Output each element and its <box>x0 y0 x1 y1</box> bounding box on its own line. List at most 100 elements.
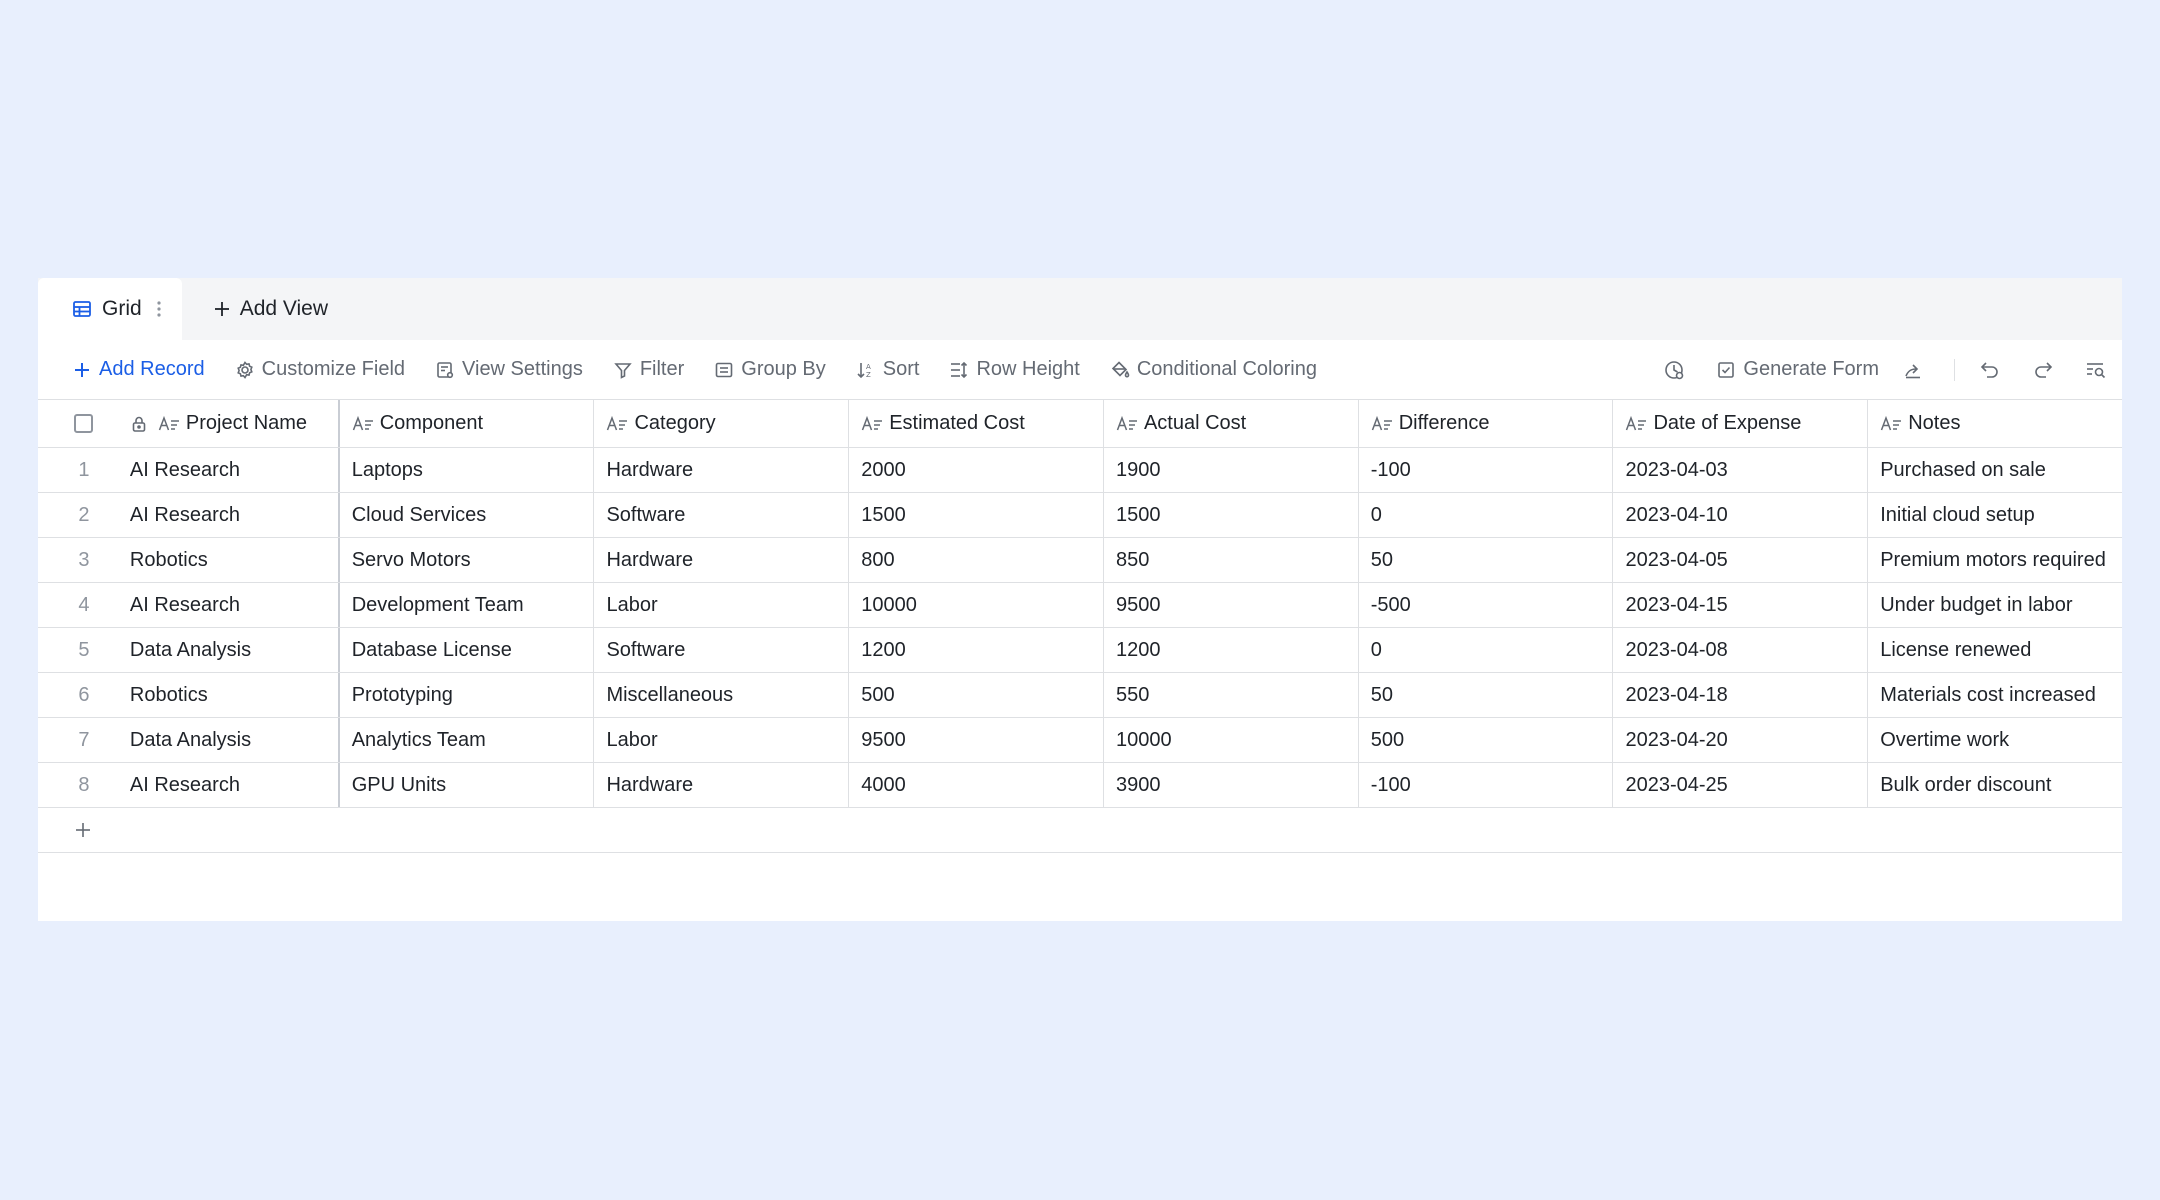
column-header-component[interactable]: Component <box>340 400 595 447</box>
cell-actual-cost[interactable]: 3900 <box>1104 763 1359 807</box>
column-header-difference[interactable]: Difference <box>1359 400 1614 447</box>
cell-difference[interactable]: 50 <box>1359 538 1614 582</box>
cell-project-name[interactable]: Data Analysis <box>130 628 340 672</box>
cell-actual-cost[interactable]: 1200 <box>1104 628 1359 672</box>
cell-component[interactable]: Servo Motors <box>340 538 595 582</box>
cell-estimated-cost[interactable]: 1500 <box>849 493 1104 537</box>
cell-notes[interactable]: Bulk order discount <box>1868 763 2122 807</box>
cell-category[interactable]: Labor <box>594 583 850 627</box>
column-header-category[interactable]: Category <box>594 400 850 447</box>
add-record-button[interactable]: Add Record <box>72 358 205 381</box>
cell-estimated-cost[interactable]: 4000 <box>849 763 1104 807</box>
cell-category[interactable]: Miscellaneous <box>594 673 850 717</box>
cell-category[interactable]: Software <box>594 493 850 537</box>
cell-estimated-cost[interactable]: 9500 <box>849 718 1104 762</box>
cell-component[interactable]: Prototyping <box>340 673 595 717</box>
table-row[interactable]: 1 AI Research Laptops Hardware 2000 1900 -100 2… <box>38 448 2122 493</box>
filter-button[interactable]: Filter <box>613 358 684 381</box>
cell-estimated-cost[interactable]: 1200 <box>849 628 1104 672</box>
table-row[interactable]: 8 AI Research GPU Units Hardware 4000 3900 -10… <box>38 763 2122 808</box>
table-row[interactable]: 7 Data Analysis Analytics Team Labor 9500 100… <box>38 718 2122 763</box>
cell-project-name[interactable]: AI Research <box>130 493 340 537</box>
select-all-checkbox[interactable] <box>74 414 94 433</box>
add-row-button[interactable] <box>72 819 94 841</box>
row-height-button[interactable]: Row Height <box>949 358 1080 381</box>
cell-category[interactable]: Hardware <box>594 538 850 582</box>
cell-project-name[interactable]: Robotics <box>130 673 340 717</box>
tab-grid[interactable]: Grid <box>38 278 182 340</box>
redo-button[interactable] <box>2032 359 2061 381</box>
cell-component[interactable]: Development Team <box>340 583 595 627</box>
cell-notes[interactable]: Under budget in labor <box>1868 583 2122 627</box>
cell-estimated-cost[interactable]: 10000 <box>849 583 1104 627</box>
cell-project-name[interactable]: Data Analysis <box>130 718 340 762</box>
table-row[interactable]: 3 Robotics Servo Motors Hardware 800 850 50 202… <box>38 538 2122 583</box>
column-header-actual-cost[interactable]: Actual Cost <box>1104 400 1359 447</box>
group-by-button[interactable]: Group By <box>714 358 826 381</box>
table-row[interactable]: 4 AI Research Development Team Labor 10000 95… <box>38 583 2122 628</box>
sort-button[interactable]: AZ Sort <box>856 358 919 381</box>
cell-notes[interactable]: Materials cost increased <box>1868 673 2122 717</box>
cell-component[interactable]: Laptops <box>340 448 595 492</box>
share-button[interactable] <box>1903 360 1930 380</box>
cell-date-of-expense[interactable]: 2023-04-20 <box>1613 718 1869 762</box>
more-icon[interactable] <box>156 300 162 318</box>
column-header-project-name[interactable]: Project Name <box>130 400 340 447</box>
column-header-estimated-cost[interactable]: Estimated Cost <box>849 400 1104 447</box>
cell-actual-cost[interactable]: 10000 <box>1104 718 1359 762</box>
cell-date-of-expense[interactable]: 2023-04-25 <box>1613 763 1869 807</box>
cell-actual-cost[interactable]: 9500 <box>1104 583 1359 627</box>
cell-difference[interactable]: 0 <box>1359 628 1614 672</box>
generate-form-button[interactable]: Generate Form <box>1716 358 1879 381</box>
cell-actual-cost[interactable]: 550 <box>1104 673 1359 717</box>
cell-category[interactable]: Hardware <box>594 763 850 807</box>
cell-difference[interactable]: 500 <box>1359 718 1614 762</box>
plus-icon <box>212 299 232 319</box>
column-header-date-of-expense[interactable]: Date of Expense <box>1613 400 1869 447</box>
cell-project-name[interactable]: AI Research <box>130 583 340 627</box>
cell-estimated-cost[interactable]: 800 <box>849 538 1104 582</box>
cell-date-of-expense[interactable]: 2023-04-15 <box>1613 583 1869 627</box>
customize-field-button[interactable]: Customize Field <box>235 358 405 381</box>
column-header-notes[interactable]: Notes <box>1868 400 2122 447</box>
cell-date-of-expense[interactable]: 2023-04-03 <box>1613 448 1869 492</box>
cell-date-of-expense[interactable]: 2023-04-08 <box>1613 628 1869 672</box>
cell-category[interactable]: Hardware <box>594 448 850 492</box>
cell-estimated-cost[interactable]: 500 <box>849 673 1104 717</box>
cell-project-name[interactable]: AI Research <box>130 448 340 492</box>
table-row[interactable]: 6 Robotics Prototyping Miscellaneous 500 550 5… <box>38 673 2122 718</box>
table-row[interactable]: 2 AI Research Cloud Services Software 1500 15… <box>38 493 2122 538</box>
cell-difference[interactable]: -100 <box>1359 763 1614 807</box>
undo-button[interactable] <box>1979 359 2008 381</box>
cell-notes[interactable]: Initial cloud setup <box>1868 493 2122 537</box>
cell-component[interactable]: Analytics Team <box>340 718 595 762</box>
cell-actual-cost[interactable]: 1500 <box>1104 493 1359 537</box>
cell-component[interactable]: Cloud Services <box>340 493 595 537</box>
cell-notes[interactable]: Overtime work <box>1868 718 2122 762</box>
cell-difference[interactable]: 50 <box>1359 673 1614 717</box>
cell-notes[interactable]: Premium motors required <box>1868 538 2122 582</box>
cell-component[interactable]: GPU Units <box>340 763 595 807</box>
cell-estimated-cost[interactable]: 2000 <box>849 448 1104 492</box>
history-button[interactable] <box>1663 359 1692 381</box>
cell-difference[interactable]: -100 <box>1359 448 1614 492</box>
cell-project-name[interactable]: Robotics <box>130 538 340 582</box>
search-records-button[interactable] <box>2085 359 2114 381</box>
cell-project-name[interactable]: AI Research <box>130 763 340 807</box>
cell-actual-cost[interactable]: 1900 <box>1104 448 1359 492</box>
cell-notes[interactable]: Purchased on sale <box>1868 448 2122 492</box>
cell-component[interactable]: Database License <box>340 628 595 672</box>
cell-category[interactable]: Labor <box>594 718 850 762</box>
table-row[interactable]: 5 Data Analysis Database License Software 12… <box>38 628 2122 673</box>
cell-notes[interactable]: License renewed <box>1868 628 2122 672</box>
cell-date-of-expense[interactable]: 2023-04-05 <box>1613 538 1869 582</box>
cell-date-of-expense[interactable]: 2023-04-18 <box>1613 673 1869 717</box>
conditional-coloring-button[interactable]: Conditional Coloring <box>1110 358 1317 381</box>
cell-date-of-expense[interactable]: 2023-04-10 <box>1613 493 1869 537</box>
add-view-button[interactable]: Add View <box>182 278 328 340</box>
cell-difference[interactable]: 0 <box>1359 493 1614 537</box>
cell-actual-cost[interactable]: 850 <box>1104 538 1359 582</box>
cell-difference[interactable]: -500 <box>1359 583 1614 627</box>
cell-category[interactable]: Software <box>594 628 850 672</box>
view-settings-button[interactable]: View Settings <box>435 358 583 381</box>
